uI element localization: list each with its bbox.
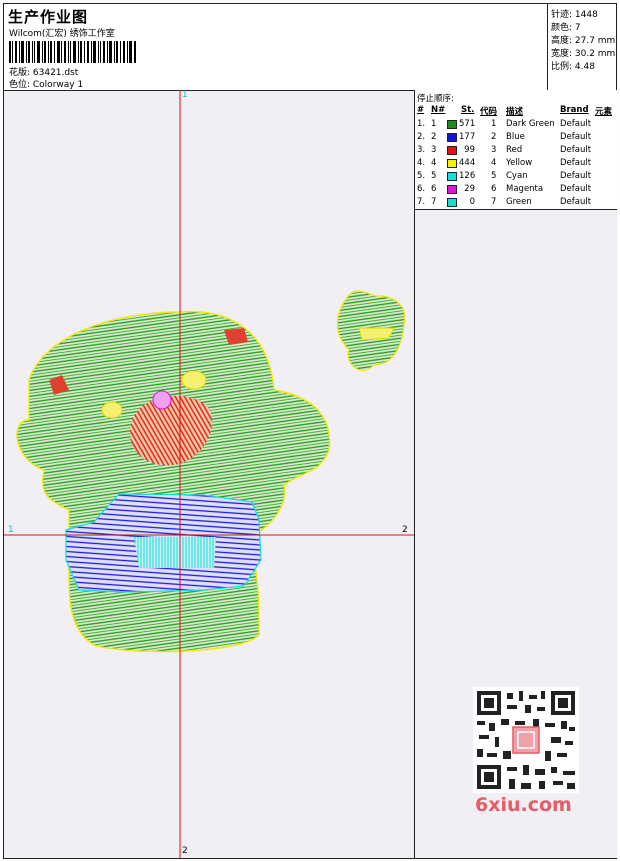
color-swatch [447,133,457,142]
axis-right-label: 2 [402,525,408,535]
colorway-label: 色位: Colorway 1 [9,80,84,90]
axis-top-label: 1 [182,90,188,100]
color-swatch [447,120,457,129]
qr-code [473,687,579,793]
color-row: 2. 2 177 2 Blue Default [417,132,592,142]
color-swatch [447,146,457,155]
design-canvas: 1 2 1 2 [4,90,414,858]
col-code: 代码 [480,107,498,117]
stitch-count: 针迹: 1448 [551,10,598,20]
col-desc: 描述 [506,107,524,117]
color-swatch [447,185,457,194]
col-element: 元素 [595,107,613,117]
barcode-image [9,41,136,63]
side-panel: 停止顺序: # N# St. 代码 描述 Brand 元素 1. 1 571 1D… [414,90,617,858]
stop-sequence-caption: 停止顺序: [417,94,454,104]
stats-panel: 针迹: 1448 颜色: 7 高度: 27.7 mm 宽度: 30.2 mm 比… [547,4,617,90]
col-st: St. [461,105,475,115]
col-n: N# [431,105,446,115]
page-title: 生产作业图 [8,8,89,26]
sheet-header: 生产作业图 Wilcom(汇宏) 绣饰工作室 花版: 63421.dst 色位:… [4,4,616,91]
color-row: 1. 1 571 1 Dark Green Default [417,119,592,129]
design-shapes [16,290,406,653]
company-name: Wilcom(汇宏) 绣饰工作室 [9,29,115,39]
col-brand: Brand [560,105,589,115]
color-row: 6. 6 29 6 Magenta Default [417,184,592,194]
design-scale: 比例: 4.48 [551,62,595,72]
color-row: 4. 4 444 4 Yellow Default [417,158,592,168]
color-row: 7. 7 0 7 Green Default [417,197,592,207]
embroidery-preview [4,90,414,858]
col-num: # [417,105,425,115]
color-row: 3. 3 99 3 Red Default [417,145,592,155]
watermark-logo: 6xiu.com [475,794,572,816]
design-width: 宽度: 30.2 mm [551,49,616,59]
color-row: 5. 5 126 5 Cyan Default [417,171,592,181]
color-swatch [447,198,457,207]
axis-left-label: 1 [8,525,14,535]
production-sheet: 生产作业图 Wilcom(汇宏) 绣饰工作室 花版: 63421.dst 色位:… [3,3,617,859]
axis-bottom-label: 2 [182,846,188,856]
color-count: 颜色: 7 [551,23,581,33]
color-swatch [447,172,457,181]
design-height: 高度: 27.7 mm [551,36,616,46]
color-swatch [447,159,457,168]
stop-sequence-table: 停止顺序: # N# St. 代码 描述 Brand 元素 1. 1 571 1D… [415,90,617,210]
